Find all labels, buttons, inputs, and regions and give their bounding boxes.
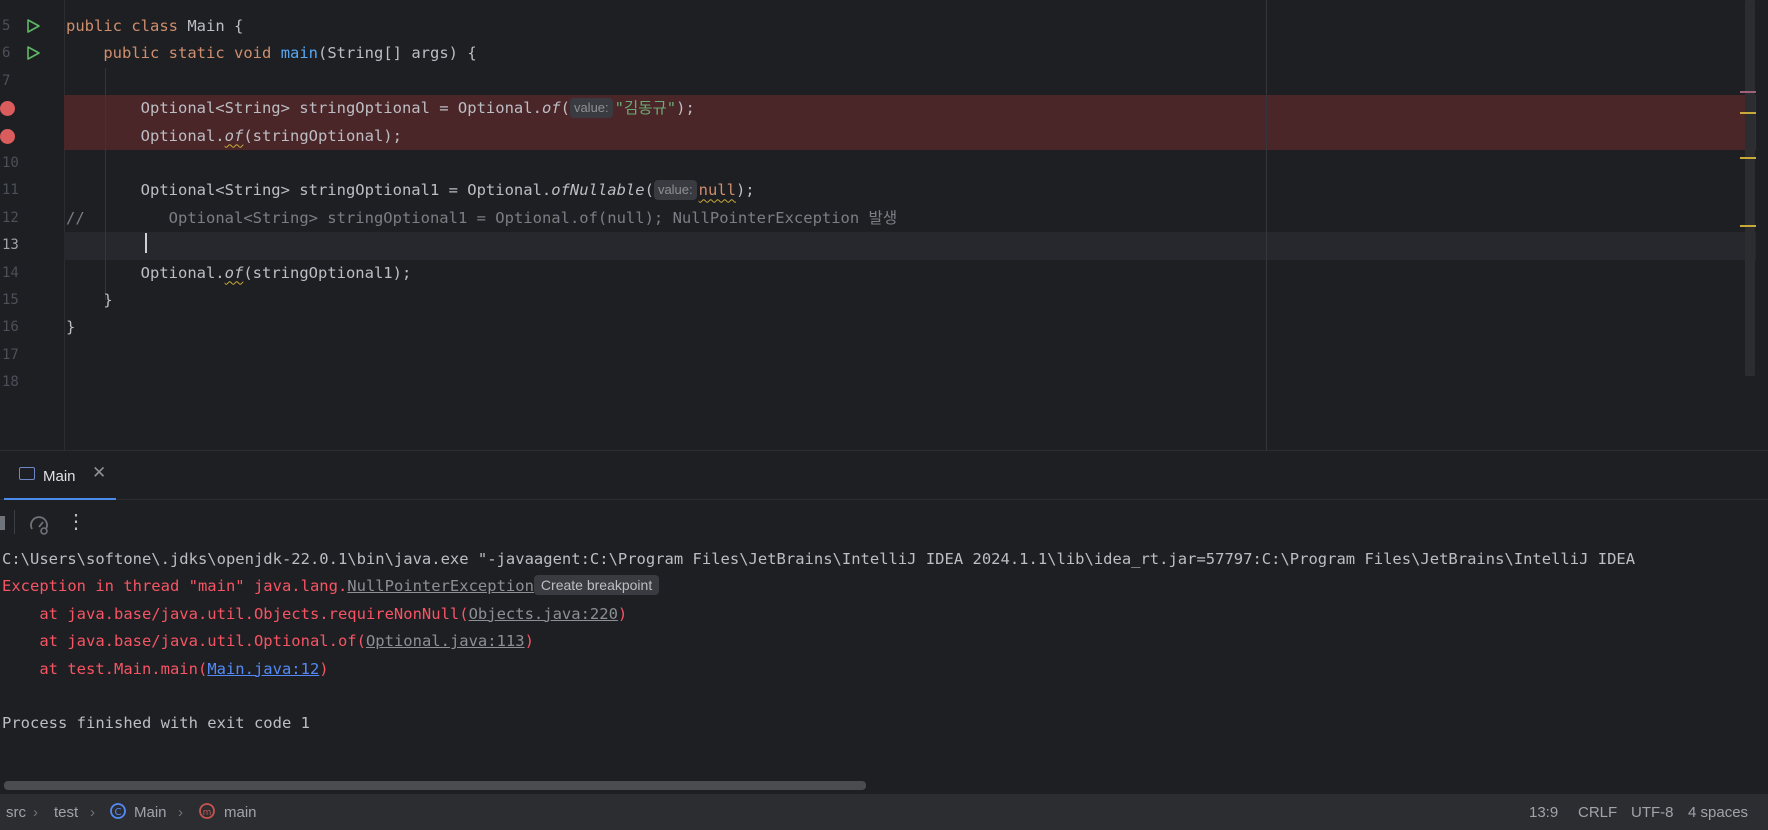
chevron-right-icon: ›: [33, 804, 38, 821]
line-number: 5: [2, 18, 11, 34]
line-number: 14: [2, 264, 19, 281]
console-output[interactable]: C:\Users\softone\.jdks\openjdk-22.0.1\bi…: [0, 546, 1768, 792]
code-line-11: Optional<String> stringOptional1 = Optio…: [140, 180, 755, 201]
svg-text:C: C: [115, 807, 122, 818]
horizontal-scrollbar[interactable]: [4, 781, 866, 790]
line-number: 12: [2, 209, 19, 226]
scroll-marker[interactable]: [1740, 112, 1756, 114]
line-number: 18: [2, 374, 19, 391]
param-hint: value:: [569, 98, 613, 119]
line-number: 10: [2, 155, 19, 171]
line-number: 6: [2, 45, 11, 62]
current-line-highlight: [64, 232, 1756, 260]
create-breakpoint-button[interactable]: Create breakpoint: [533, 575, 660, 596]
code-editor[interactable]: 5 6 7 8 9 10 11 12 13 14 15 16 17 18 pub…: [0, 0, 1768, 450]
vertical-scrollbar[interactable]: [1745, 0, 1755, 376]
console-tab-icon: [19, 467, 35, 480]
console-exception-line: Exception in thread "main" java.lang.Nul…: [2, 573, 660, 600]
toolbar-divider: [14, 510, 15, 534]
exception-class-link[interactable]: NullPointerException: [347, 577, 534, 595]
line-number: 7: [2, 72, 11, 89]
file-encoding[interactable]: UTF-8: [1631, 804, 1674, 821]
more-icon[interactable]: ⋮: [66, 509, 86, 533]
line-number-current: 13: [2, 237, 19, 254]
rerun-icon[interactable]: [28, 513, 50, 537]
line-separator[interactable]: CRLF: [1578, 804, 1617, 821]
line-number: 15: [2, 292, 19, 308]
text-caret: [145, 233, 147, 253]
breadcrumb-src[interactable]: src: [6, 804, 26, 821]
caret-position[interactable]: 13:9: [1529, 804, 1558, 821]
code-line-12-comment: // Optional<String> stringOptional1 = Op…: [66, 208, 898, 227]
console-command-line: C:\Users\softone\.jdks\openjdk-22.0.1\bi…: [2, 550, 1636, 568]
chevron-right-icon: ›: [178, 804, 183, 821]
stack-trace-link[interactable]: Objects.java:220: [469, 605, 618, 623]
method-icon: m: [199, 803, 215, 819]
tab-label: Main: [43, 468, 76, 485]
console-exit-line: Process finished with exit code 1: [2, 714, 310, 733]
breakpoint-icon[interactable]: [0, 129, 15, 144]
chevron-right-icon: ›: [90, 804, 95, 821]
run-gutter-icon[interactable]: [25, 18, 41, 34]
run-toolbar: ⋮: [0, 500, 1768, 546]
class-icon: C: [110, 803, 126, 819]
stack-trace-link[interactable]: Optional.java:113: [366, 632, 525, 650]
code-line-6: public static void main(String[] args) {: [103, 44, 477, 63]
breadcrumb-package[interactable]: test: [54, 804, 78, 821]
stack-trace-line: at java.base/java.util.Objects.requireNo…: [2, 604, 628, 623]
scroll-marker[interactable]: [1740, 225, 1756, 227]
param-hint: value:: [653, 180, 697, 201]
run-gutter-icon[interactable]: [25, 45, 41, 61]
line-number: 17: [2, 346, 19, 363]
svg-text:m: m: [203, 808, 212, 818]
code-line-15: }: [103, 291, 113, 309]
run-tool-window-tabs: Main ✕: [0, 450, 1768, 500]
breadcrumb-class[interactable]: Main: [134, 804, 167, 821]
line-number: 11: [2, 182, 19, 199]
status-bar: src › test › C Main › m main 13:9 CRLF U…: [0, 794, 1768, 830]
tab-main[interactable]: Main ✕: [4, 451, 116, 500]
stack-trace-link[interactable]: Main.java:12: [207, 660, 319, 678]
stack-trace-line: at java.base/java.util.Optional.of(Optio…: [2, 632, 534, 651]
stack-trace-line: at test.Main.main(Main.java:12): [2, 659, 329, 678]
line-number: 16: [2, 319, 19, 336]
scroll-marker[interactable]: [1740, 91, 1756, 93]
stop-icon[interactable]: [0, 516, 5, 530]
code-line-8: Optional<String> stringOptional = Option…: [140, 98, 695, 119]
scroll-marker[interactable]: [1740, 157, 1756, 159]
close-icon[interactable]: ✕: [92, 463, 106, 483]
breadcrumb-method[interactable]: main: [224, 804, 257, 821]
breakpoint-icon[interactable]: [0, 101, 15, 116]
code-line-9: Optional.of(stringOptional);: [140, 126, 402, 145]
code-line-16: }: [66, 318, 76, 337]
code-line-5: public class Main {: [66, 17, 244, 35]
code-line-14: Optional.of(stringOptional1);: [140, 263, 412, 282]
indent-setting[interactable]: 4 spaces: [1688, 804, 1748, 821]
